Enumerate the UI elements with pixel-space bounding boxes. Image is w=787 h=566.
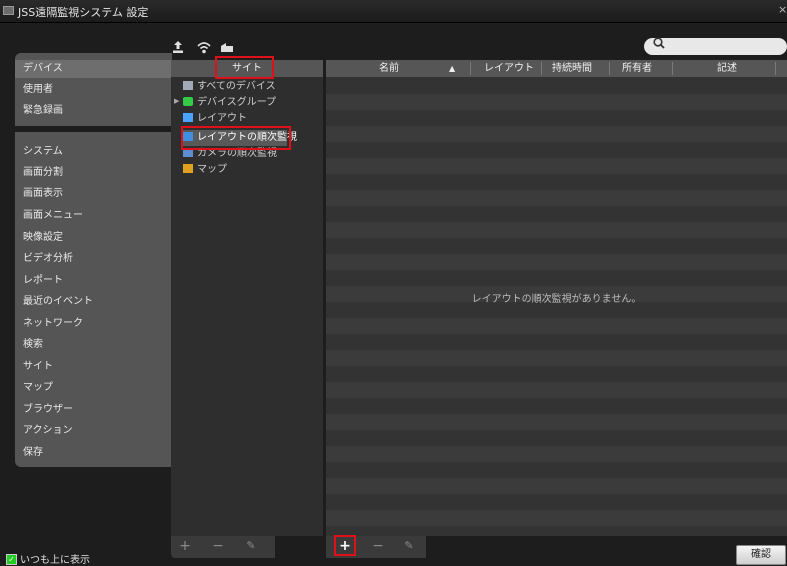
tree-item-layout[interactable]: レイアウト — [183, 111, 247, 127]
tree-item-device-group[interactable]: デバイスグループ — [183, 95, 276, 111]
close-icon[interactable]: × — [778, 3, 787, 16]
edit-sequence-button[interactable]: ✎ — [401, 538, 417, 554]
column-separator[interactable] — [541, 62, 542, 75]
search-icon[interactable] — [652, 36, 666, 53]
ok-button[interactable]: 確認 — [736, 545, 786, 565]
nav-item-site[interactable]: サイト — [23, 357, 53, 377]
list-row — [326, 126, 787, 142]
checkbox-checked-icon[interactable]: ✓ — [6, 553, 17, 565]
list-row — [326, 158, 787, 174]
nav-item-screen-display[interactable]: 画面表示 — [23, 184, 63, 204]
nav-group-separator — [15, 134, 172, 135]
tree-item-label: レイアウト — [197, 113, 247, 124]
always-on-top-label: いつも上に表示 — [20, 555, 90, 566]
nav-item-report[interactable]: レポート — [23, 271, 63, 291]
column-separator[interactable] — [672, 62, 673, 75]
remove-button[interactable]: − — [210, 538, 226, 554]
list-row — [326, 190, 787, 206]
tree-item-label: すべてのデバイス — [197, 81, 276, 92]
nav-item-device[interactable]: デバイス — [23, 59, 63, 79]
list-row — [326, 94, 787, 110]
nav-item-network[interactable]: ネットワーク — [23, 314, 83, 334]
nav-item-video-settings[interactable]: 映像設定 — [23, 228, 63, 248]
always-on-top-checkbox[interactable]: ✓ いつも上に表示 — [6, 551, 90, 566]
remove-sequence-button[interactable]: − — [370, 538, 386, 554]
empty-list-message: レイアウトの順次監視がありません。 — [471, 294, 642, 305]
nav-item-system[interactable]: システム — [23, 142, 63, 162]
nav-item-users[interactable]: 使用者 — [23, 80, 53, 100]
device-group-icon — [183, 96, 193, 106]
add-button[interactable]: + — [177, 538, 193, 554]
map-icon — [183, 163, 193, 173]
layout-icon — [183, 112, 193, 122]
highlight-box — [215, 56, 274, 79]
list-row — [326, 414, 787, 430]
nav-item-save[interactable]: 保存 — [23, 443, 43, 463]
expand-arrow-icon[interactable]: ▶ — [174, 97, 179, 105]
sort-ascending-icon[interactable]: ▲ — [449, 60, 455, 77]
tree-item-all-devices[interactable]: すべてのデバイス — [183, 79, 276, 95]
tree-item-label: マップ — [197, 164, 227, 175]
highlight-box — [181, 126, 291, 150]
column-header-description[interactable]: 記述 — [717, 60, 737, 77]
window-title: JSS遠隔監視システム 設定 — [18, 6, 149, 19]
column-header-layout[interactable]: レイアウト — [484, 60, 534, 77]
list-row — [326, 318, 787, 334]
nav-item-video-analytics[interactable]: ビデオ分析 — [23, 249, 73, 269]
upload-icon[interactable] — [170, 40, 186, 54]
list-row — [326, 222, 787, 238]
column-header-name[interactable]: 名前 — [379, 60, 399, 77]
nav-item-emergency-recording[interactable]: 緊急録画 — [23, 101, 63, 121]
list-row — [326, 478, 787, 494]
nav-item-browser[interactable]: ブラウザー — [23, 400, 73, 420]
edit-button[interactable]: ✎ — [243, 538, 259, 554]
column-header-duration[interactable]: 持続時間 — [552, 60, 592, 77]
list-row — [326, 254, 787, 270]
nav-item-screen-split[interactable]: 画面分割 — [23, 163, 63, 183]
nav-item-screen-menu[interactable]: 画面メニュー — [23, 206, 83, 226]
nav-item-map[interactable]: マップ — [23, 378, 53, 398]
highlight-box — [334, 535, 356, 556]
tree-item-map[interactable]: マップ — [183, 162, 227, 178]
column-separator[interactable] — [470, 62, 471, 75]
list-row — [326, 382, 787, 398]
nav-item-search[interactable]: 検索 — [23, 335, 43, 355]
column-separator[interactable] — [609, 62, 610, 75]
nav-item-recent-events[interactable]: 最近のイベント — [23, 292, 93, 312]
all-devices-icon — [183, 80, 193, 90]
app-icon — [3, 6, 14, 15]
list-row — [326, 446, 787, 462]
wireless-icon[interactable] — [196, 40, 212, 54]
column-separator[interactable] — [775, 62, 776, 75]
list-row — [326, 510, 787, 526]
nav-item-action[interactable]: アクション — [23, 421, 73, 441]
sd-card-icon[interactable] — [219, 40, 235, 54]
column-header-owner[interactable]: 所有者 — [622, 60, 652, 77]
tree-item-label: デバイスグループ — [197, 97, 277, 108]
nav-group-separator — [15, 126, 172, 132]
list-row — [326, 350, 787, 366]
